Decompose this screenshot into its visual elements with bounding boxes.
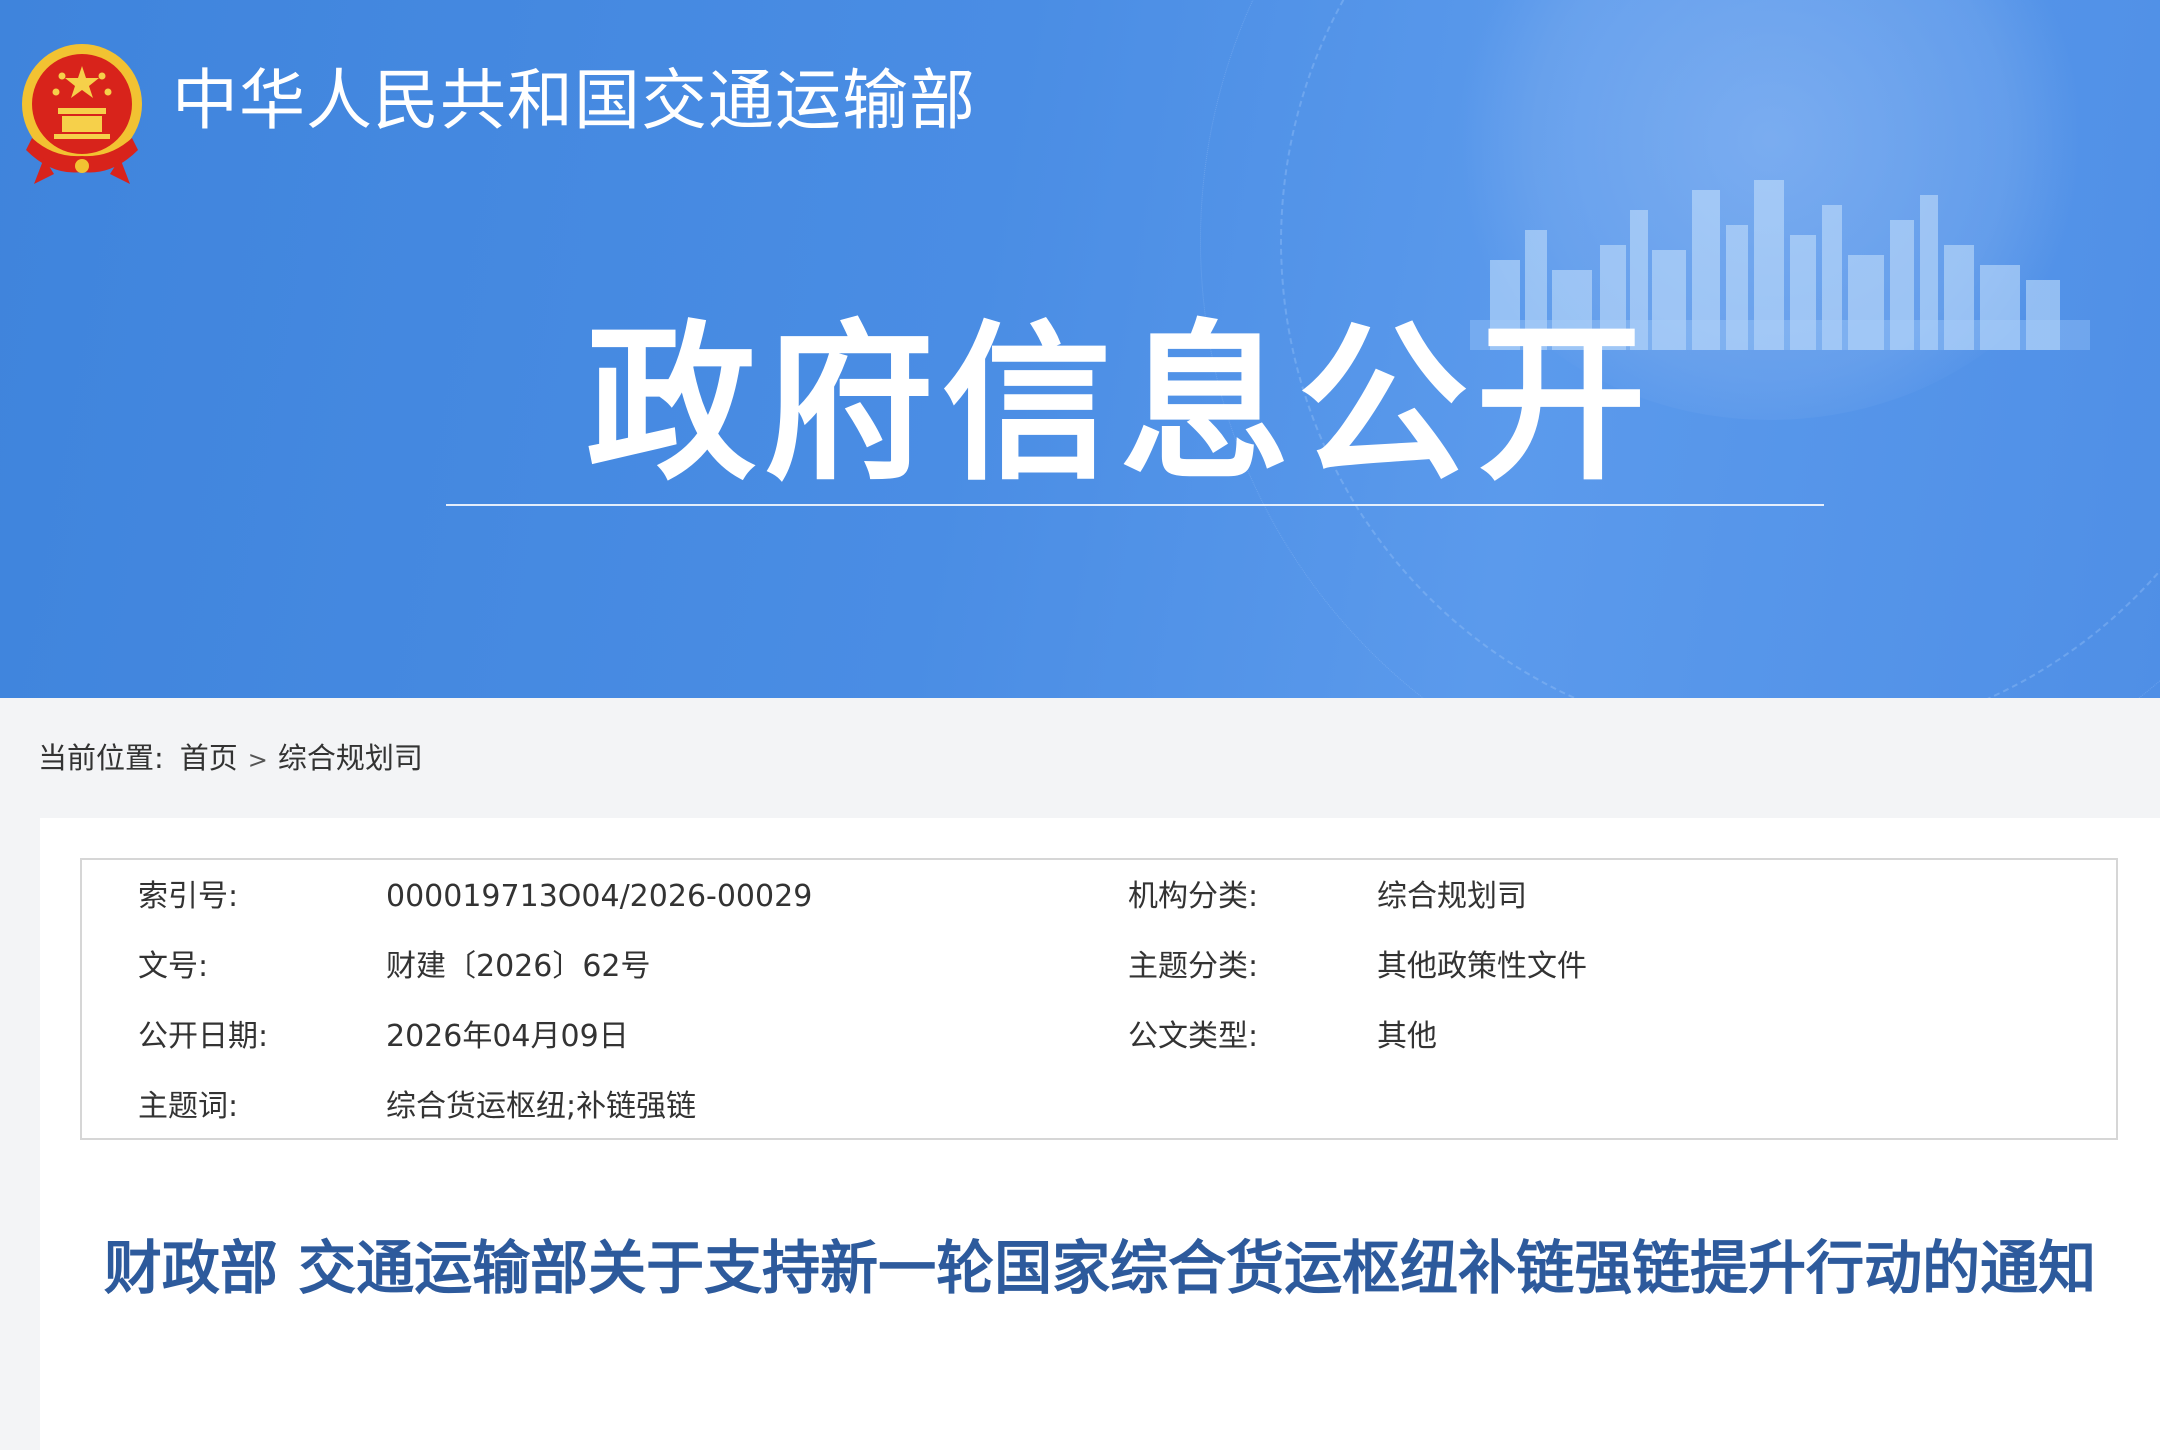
- metadata-value: 综合货运枢纽;补链强链: [386, 1089, 697, 1124]
- document-title: 财政部 交通运输部关于支持新一轮国家综合货运枢纽补链强链提升行动的通知: [103, 1234, 2097, 1302]
- metadata-label: 文号:: [138, 949, 209, 984]
- breadcrumb-prefix: 当前位置:: [38, 741, 164, 775]
- breadcrumb-department-link[interactable]: 综合规划司: [278, 741, 423, 775]
- metadata-label: 主题分类:: [1128, 949, 1259, 984]
- metadata-label: 主题词:: [138, 1089, 239, 1124]
- metadata-value: 2026年04月09日: [386, 1019, 629, 1054]
- section-title: 政府信息公开: [585, 306, 1654, 504]
- metadata-value: 000019713O04/2026-00029: [386, 879, 813, 914]
- metadata-row: 主题词: 综合货运枢纽;补链强链: [82, 1082, 2116, 1132]
- breadcrumb: 当前位置: 首页 > 综合规划司: [38, 738, 423, 780]
- metadata-row: 文号: 财建〔2026〕62号 主题分类: 其他政策性文件: [82, 942, 2116, 992]
- metadata-label: 公开日期:: [138, 1019, 269, 1054]
- breadcrumb-home-link[interactable]: 首页: [180, 741, 238, 775]
- metadata-value: 综合规划司: [1377, 879, 1527, 914]
- ministry-name[interactable]: 中华人民共和国交通运输部: [172, 68, 976, 134]
- title-underline: [446, 504, 1824, 506]
- metadata-value: 其他: [1377, 1019, 1437, 1054]
- main-content: 索引号: 000019713O04/2026-00029 机构分类: 综合规划司…: [40, 818, 2160, 1450]
- metadata-value: 财建〔2026〕62号: [386, 949, 651, 984]
- metadata-label: 公文类型:: [1128, 1019, 1259, 1054]
- metadata-value: 其他政策性文件: [1377, 949, 1587, 984]
- national-emblem-icon: [22, 44, 142, 184]
- metadata-label: 机构分类:: [1128, 879, 1259, 914]
- document-metadata-table: 索引号: 000019713O04/2026-00029 机构分类: 综合规划司…: [80, 858, 2118, 1140]
- breadcrumb-separator: >: [247, 746, 268, 774]
- metadata-label: 索引号:: [138, 879, 239, 914]
- metadata-row: 公开日期: 2026年04月09日 公文类型: 其他: [82, 1012, 2116, 1062]
- header-banner: 中华人民共和国交通运输部 政府信息公开: [0, 0, 2160, 698]
- metadata-row: 索引号: 000019713O04/2026-00029 机构分类: 综合规划司: [82, 872, 2116, 922]
